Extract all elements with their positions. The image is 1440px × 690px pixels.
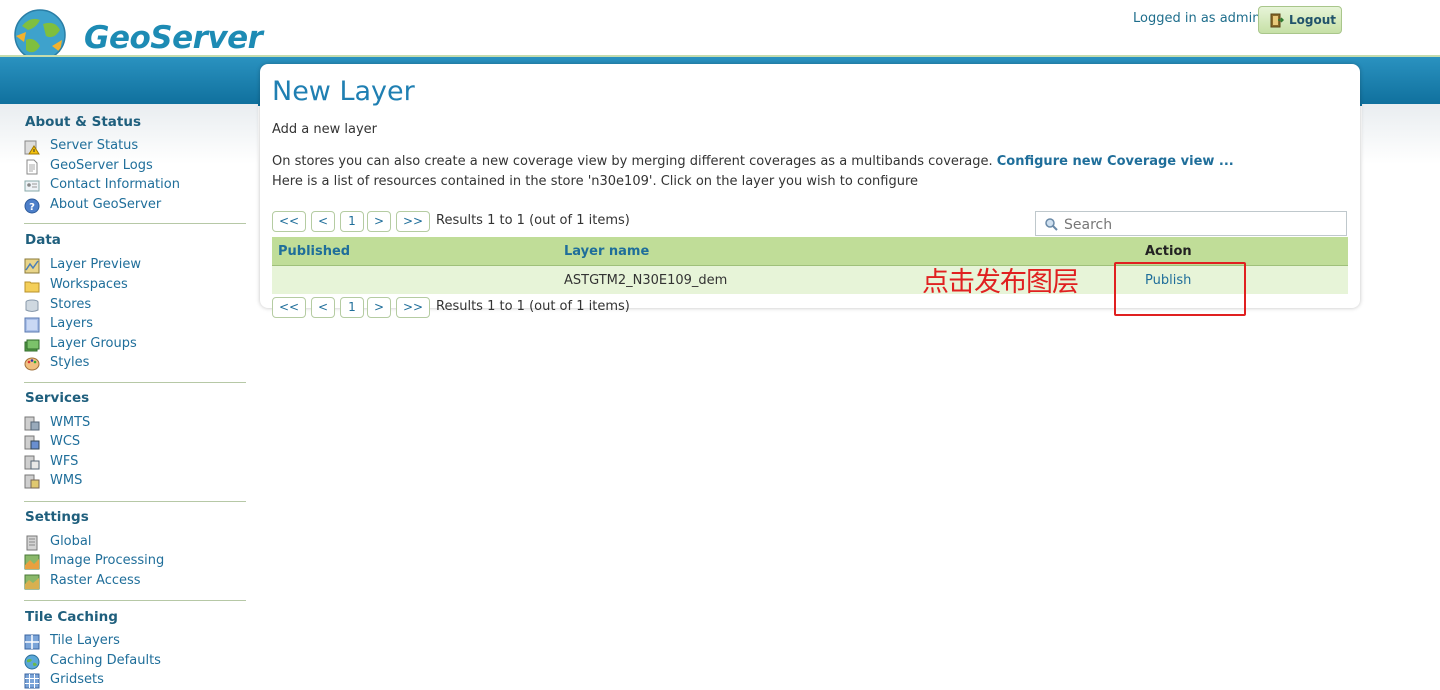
page-title: New Layer bbox=[272, 76, 415, 107]
pager-first-button[interactable]: << bbox=[272, 297, 306, 318]
column-header-layer-name[interactable]: Layer name bbox=[564, 244, 649, 259]
image-processing-icon bbox=[24, 554, 40, 570]
layer-group-icon bbox=[24, 339, 40, 352]
warning-icon bbox=[24, 140, 40, 155]
database-icon bbox=[25, 299, 39, 312]
layer-icon bbox=[24, 317, 40, 333]
help-icon: ? bbox=[24, 198, 40, 214]
sidebar-divider bbox=[24, 600, 246, 601]
wmts-service-icon bbox=[24, 416, 40, 431]
wfs-service-icon bbox=[24, 455, 40, 470]
pager-page-button[interactable]: 1 bbox=[340, 297, 364, 318]
door-exit-icon bbox=[1270, 13, 1284, 28]
logout-button[interactable]: Logout bbox=[1258, 6, 1342, 34]
login-status: Logged in as admin. bbox=[1133, 11, 1265, 26]
section-title-services: Services bbox=[25, 390, 90, 406]
globe-logo-icon bbox=[14, 9, 66, 61]
coverage-view-info: On stores you can also create a new cove… bbox=[272, 154, 1234, 169]
pager-next-button[interactable]: > bbox=[367, 297, 391, 318]
annotation-text: 点击发布图层 bbox=[922, 267, 1079, 298]
tile-layers-icon bbox=[24, 634, 40, 650]
grid-icon bbox=[24, 673, 40, 689]
pager-last-button[interactable]: >> bbox=[396, 211, 430, 232]
section-title-data: Data bbox=[25, 232, 61, 248]
pager-prev-button[interactable]: < bbox=[311, 211, 335, 232]
page-subtitle: Add a new layer bbox=[272, 122, 378, 137]
search-box[interactable] bbox=[1035, 211, 1347, 236]
pager-results: Results 1 to 1 (out of 1 items) bbox=[436, 299, 630, 314]
pager-page-button[interactable]: 1 bbox=[340, 211, 364, 232]
store-resources-info: Here is a list of resources contained in… bbox=[272, 174, 919, 189]
section-title-about-status: About & Status bbox=[25, 114, 142, 130]
map-preview-icon bbox=[24, 258, 40, 274]
wcs-service-icon bbox=[24, 435, 40, 450]
configure-coverage-view-link[interactable]: Configure new Coverage view ... bbox=[997, 154, 1234, 169]
pager-results: Results 1 to 1 (out of 1 items) bbox=[436, 213, 630, 228]
annotation-highlight-box bbox=[1114, 262, 1246, 316]
search-icon bbox=[1045, 218, 1058, 231]
sidebar-divider bbox=[24, 382, 246, 383]
search-input[interactable] bbox=[1062, 213, 1346, 236]
header: GeoServer Logged in as admin. Logout bbox=[0, 0, 1440, 61]
logo-text: GeoServer bbox=[84, 20, 263, 56]
sidebar-divider bbox=[24, 223, 246, 224]
palette-icon bbox=[24, 357, 40, 371]
section-title-tile-caching: Tile Caching bbox=[25, 609, 118, 625]
sidebar-background bbox=[0, 104, 258, 164]
contact-card-icon bbox=[24, 180, 40, 192]
pager-prev-button[interactable]: < bbox=[311, 297, 335, 318]
row-layer-name: ASTGTM2_N30E109_dem bbox=[564, 273, 728, 288]
svg-text:?: ? bbox=[29, 202, 35, 213]
globe-icon bbox=[24, 654, 40, 670]
coverage-view-text: On stores you can also create a new cove… bbox=[272, 154, 993, 169]
logout-label: Logout bbox=[1289, 13, 1337, 27]
right-background bbox=[1362, 104, 1440, 164]
sidebar-divider bbox=[24, 501, 246, 502]
column-header-published[interactable]: Published bbox=[278, 244, 350, 259]
section-title-settings: Settings bbox=[25, 509, 89, 525]
pager-last-button[interactable]: >> bbox=[396, 297, 430, 318]
folder-icon bbox=[24, 281, 40, 293]
geoserver-logo[interactable]: GeoServer bbox=[10, 6, 263, 62]
raster-access-icon bbox=[24, 574, 40, 590]
server-icon bbox=[26, 535, 38, 551]
column-header-action: Action bbox=[1145, 244, 1192, 259]
wms-service-icon bbox=[24, 474, 40, 489]
document-icon bbox=[26, 159, 38, 175]
pager-first-button[interactable]: << bbox=[272, 211, 306, 232]
pager-next-button[interactable]: > bbox=[367, 211, 391, 232]
